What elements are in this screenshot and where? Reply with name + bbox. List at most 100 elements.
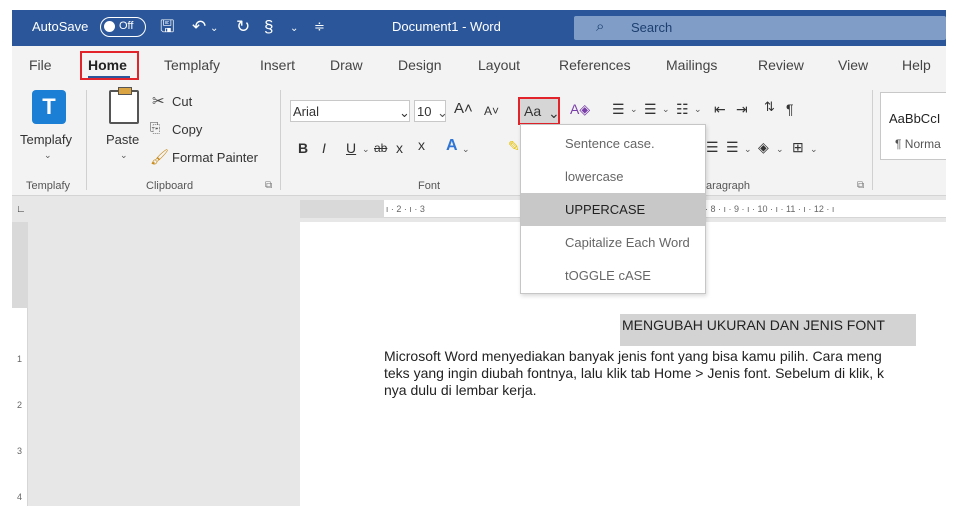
tab-draw[interactable]: Draw [330,57,363,73]
clipboard-launcher-icon[interactable]: ⧉ [265,180,272,191]
format-painter-icon[interactable]: 🖌 [150,148,169,166]
vruler-mark: 4 [17,492,23,502]
group-label-paragraph: aragraph [706,180,751,192]
menu-item-uppercase[interactable]: UPPERCASE [521,193,705,226]
touch-mode-icon[interactable]: § [264,16,273,38]
shading-icon[interactable]: ◈ [758,138,769,156]
chevron-down-icon: ⌄ [399,105,410,120]
paste-icon[interactable] [109,87,139,124]
tab-help[interactable]: Help [902,57,931,73]
group-label-font: Font [418,180,441,192]
tab-design[interactable]: Design [398,57,442,73]
undo-icon[interactable]: ↶ [192,16,206,38]
scissors-icon[interactable]: ✂ [152,92,165,110]
tab-mailings[interactable]: Mailings [666,57,717,73]
customize-toolbar-icon[interactable]: ≑ [314,16,325,38]
search-placeholder: Search [631,20,673,35]
copy-button[interactable]: Copy [172,122,202,137]
tab-layout[interactable]: Layout [478,57,520,73]
templafy-logo-icon[interactable]: T [32,90,66,124]
shrink-font-icon[interactable]: A˅ [484,102,499,120]
autosave-label: AutoSave [32,19,89,34]
subscript-button[interactable]: x [396,139,403,157]
format-painter-button[interactable]: Format Painter [172,150,258,165]
autosave-state: Off [119,20,134,32]
undo-dropdown-icon[interactable]: ⌄ [210,18,218,40]
save-icon[interactable]: 🖫 [160,16,174,38]
paragraph-launcher-icon[interactable]: ⧉ [857,180,864,191]
multilevel-list-icon[interactable]: ☷ [676,100,689,118]
line-spacing-dropdown-icon[interactable]: ⌄ [744,144,752,155]
grow-font-icon[interactable]: A˄ [454,100,473,118]
copy-icon[interactable]: ⎘ [150,120,160,136]
search-icon: ⌕ [596,18,605,35]
underline-dropdown-icon[interactable]: ⌄ [362,144,370,155]
tab-references[interactable]: References [559,57,631,73]
templafy-button-label[interactable]: Templafy [20,132,72,147]
group-label-templafy: Templafy [26,180,71,192]
paste-button-label[interactable]: Paste [106,132,139,147]
tab-review[interactable]: Review [758,57,804,73]
chevron-down-icon: ⌄ [548,105,560,121]
font-size-combobox[interactable]: 10 ⌄ [414,100,448,122]
document-body[interactable]: Microsoft Word menyediakan banyak jenis … [384,348,944,399]
templafy-dropdown-icon[interactable]: ⌄ [44,150,52,161]
document-title: Document1 - Word [392,19,501,34]
sort-icon[interactable]: ⇅ [764,98,775,116]
menu-item-lowercase[interactable]: lowercase [521,160,705,193]
numbering-icon[interactable]: ☰ [644,100,657,118]
bullets-icon[interactable]: ☰ [612,100,625,118]
tab-templafy[interactable]: Templafy [164,57,220,73]
show-formatting-marks-icon[interactable]: ¶ [786,100,794,118]
borders-icon[interactable]: ⊞ [792,138,804,156]
touch-mode-dropdown-icon[interactable]: ⌄ [290,18,298,40]
toggle-knob [104,21,115,32]
menu-item-sentence-case[interactable]: Sentence case. [521,127,705,160]
change-case-menu: Sentence case. lowercase UPPERCASE Capit… [520,124,706,294]
redo-icon[interactable]: ↻ [236,16,250,38]
group-divider [86,90,87,190]
tab-insert[interactable]: Insert [260,57,295,73]
justify-icon[interactable]: ☰ [706,138,719,156]
tab-view[interactable]: View [838,57,868,73]
menu-item-capitalize-each-word[interactable]: Capitalize Each Word [521,226,705,259]
vruler-mark: 2 [17,400,23,410]
text-effects-dropdown-icon[interactable]: ⌄ [462,144,470,155]
tab-stop-selector-icon[interactable]: ∟ [16,204,26,215]
italic-button[interactable]: I [322,139,326,157]
clear-formatting-icon[interactable]: A◈ [570,100,590,118]
superscript-button[interactable]: x [418,136,425,154]
increase-indent-icon[interactable]: ⇥ [736,100,748,118]
decrease-indent-icon[interactable]: ⇤ [714,100,726,118]
font-name-combobox[interactable]: Arial ⌄ [290,100,410,122]
vruler-mark: 1 [17,354,23,364]
tab-file[interactable]: File [29,57,52,73]
vruler-mark: 3 [17,446,23,456]
autosave-toggle[interactable]: Off [100,17,146,37]
vertical-ruler-margin [12,222,28,308]
multilevel-dropdown-icon[interactable]: ⌄ [694,104,702,115]
ribbon: T Templafy ⌄ Templafy Paste ⌄ ✂ Cut ⎘ Co… [12,84,946,196]
shading-dropdown-icon[interactable]: ⌄ [776,144,784,155]
search-box[interactable]: ⌕ Search [574,16,946,40]
text-effects-icon[interactable]: A [446,137,458,155]
styles-gallery[interactable]: AaBbCcI ¶ Norma [880,92,946,160]
borders-dropdown-icon[interactable]: ⌄ [810,144,818,155]
strikethrough-button[interactable]: ab [374,139,387,157]
ruler-ticks-right: ı · 8 · ı · 9 · ı · 10 · ı · 11 · ı · 12… [700,204,835,214]
body-line: teks yang ingin diubah fontnya, lalu kli… [384,365,884,381]
bold-button[interactable]: B [298,139,308,157]
numbering-dropdown-icon[interactable]: ⌄ [662,104,670,115]
title-bar: AutoSave Off 🖫 ↶ ⌄ ↻ § ⌄ ≑ Document1 - W… [12,10,946,46]
group-divider [280,90,281,190]
bullets-dropdown-icon[interactable]: ⌄ [630,104,638,115]
menu-item-toggle-case[interactable]: tOGGLE cASE [521,259,705,292]
cut-button[interactable]: Cut [172,94,192,109]
paste-dropdown-icon[interactable]: ⌄ [120,150,128,161]
line-spacing-icon[interactable]: ☰ [726,138,739,156]
highlight-icon[interactable]: ✎ [508,137,520,155]
change-case-button[interactable]: Aa ⌄ [518,97,560,125]
underline-button[interactable]: U [346,139,356,157]
chevron-down-icon: ⌄ [437,105,448,120]
document-heading[interactable]: MENGUBAH UKURAN DAN JENIS FONT [620,314,916,346]
